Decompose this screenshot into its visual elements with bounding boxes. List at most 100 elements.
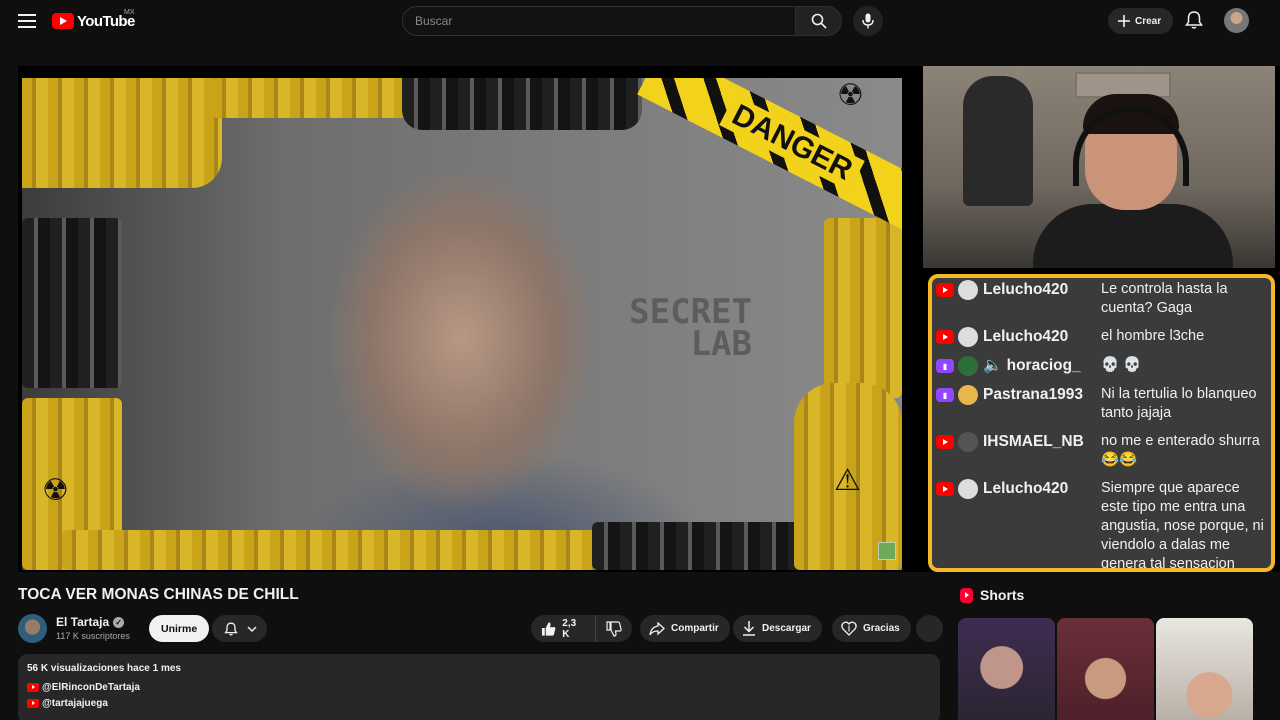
youtube-play-icon bbox=[52, 13, 74, 29]
wall-sign: SECRET LAB bbox=[592, 295, 752, 364]
views-and-date: 56 K visualizaciones hace 1 mes bbox=[27, 663, 181, 674]
shorts-heading: Shorts bbox=[960, 587, 1024, 603]
radiation-icon: ☢ bbox=[837, 79, 864, 112]
chat-username: Lelucho420 bbox=[983, 480, 1069, 497]
short-thumbnail[interactable] bbox=[1156, 618, 1253, 720]
thanks-label: Gracias bbox=[863, 623, 900, 634]
dislike-button[interactable] bbox=[596, 615, 632, 642]
short-thumbnail[interactable] bbox=[958, 618, 1055, 720]
download-label: Descargar bbox=[762, 623, 811, 634]
channel-name: El Tartaja bbox=[56, 615, 110, 629]
search-button[interactable] bbox=[796, 6, 842, 36]
chat-avatar bbox=[958, 385, 978, 405]
chat-text: 💀 💀 bbox=[1101, 357, 1142, 373]
chat-avatar bbox=[958, 432, 978, 452]
heart-dollar-icon bbox=[841, 621, 857, 636]
chat-message: ▮ Pastrana1993 Ni la tertulia lo blanque… bbox=[936, 385, 1267, 423]
barrel-decor bbox=[22, 78, 222, 188]
chat-overlay: Lelucho420 Le controla hasta la cuenta? … bbox=[928, 274, 1275, 572]
bell-icon bbox=[223, 622, 238, 635]
video-player[interactable]: DANGER SECRET LAB ☢ ☢ ⚠ Lelucho420 Le co… bbox=[18, 66, 1280, 572]
chat-text: Ni la tertulia lo blanqueo tanto jajaja bbox=[1101, 386, 1257, 421]
barrel-decor bbox=[402, 78, 642, 130]
verified-icon: ✓ bbox=[113, 616, 125, 628]
like-dislike-group: 2,3 K bbox=[531, 615, 632, 642]
notifications-button[interactable] bbox=[1183, 9, 1205, 31]
search-bar bbox=[402, 6, 842, 36]
chat-username: 🔈 horaciog_ bbox=[983, 357, 1081, 374]
chat-avatar bbox=[958, 356, 978, 376]
chat-message: Lelucho420 Siempre que aparece este tipo… bbox=[936, 479, 1267, 572]
chat-username: Pastrana1993 bbox=[983, 386, 1083, 403]
subscription-notifications-button[interactable] bbox=[212, 615, 267, 642]
streamer-shirt bbox=[1033, 204, 1233, 268]
chat-avatar bbox=[958, 327, 978, 347]
share-button[interactable]: Compartir bbox=[640, 615, 730, 642]
youtube-logo[interactable]: YouTube bbox=[52, 12, 135, 30]
jacket-decor bbox=[963, 76, 1033, 206]
download-button[interactable]: Descargar bbox=[733, 615, 822, 642]
description-box[interactable]: 56 K visualizaciones hace 1 mes @ElRinco… bbox=[18, 654, 940, 720]
youtube-icon bbox=[936, 435, 954, 449]
barrel-decor bbox=[22, 218, 122, 388]
join-button[interactable]: Unirme bbox=[149, 615, 210, 642]
chat-message: Lelucho420 el hombre l3che bbox=[936, 327, 1267, 347]
warning-icon: ⚠ bbox=[834, 464, 861, 497]
video-title: TOCA VER MONAS CHINAS DE CHILL bbox=[18, 586, 299, 603]
youtube-icon bbox=[936, 283, 954, 297]
description-link[interactable]: @ElRinconDeTartaja bbox=[27, 682, 931, 693]
chat-username: Lelucho420 bbox=[983, 281, 1069, 298]
barrel-decor bbox=[592, 522, 822, 570]
voice-search-button[interactable] bbox=[853, 6, 883, 36]
chat-text: no me e enterado shurra 😂😂 bbox=[1101, 433, 1260, 468]
barrel-decor bbox=[62, 530, 622, 570]
create-button[interactable]: Crear bbox=[1108, 8, 1174, 34]
thumbs-up-icon bbox=[541, 621, 556, 636]
radiation-icon: ☢ bbox=[42, 474, 69, 507]
bell-icon bbox=[1185, 11, 1203, 29]
twitch-icon: ▮ bbox=[936, 388, 954, 402]
barrel-decor bbox=[212, 78, 422, 118]
chat-message: Lelucho420 Le controla hasta la cuenta? … bbox=[936, 280, 1267, 318]
subscriber-count: 117 K suscriptores bbox=[56, 631, 130, 641]
channel-name-link[interactable]: El Tartaja ✓ bbox=[56, 615, 125, 629]
like-count: 2,3 K bbox=[562, 617, 577, 640]
twitch-icon: ▮ bbox=[936, 359, 954, 373]
more-actions-button[interactable] bbox=[916, 615, 943, 642]
search-input[interactable] bbox=[402, 6, 796, 36]
thanks-button[interactable]: Gracias bbox=[832, 615, 911, 642]
menu-icon[interactable] bbox=[16, 11, 38, 31]
chat-avatar bbox=[958, 280, 978, 300]
chat-text: Le controla hasta la cuenta? Gaga bbox=[1101, 281, 1228, 316]
country-code: MX bbox=[124, 9, 135, 16]
chat-message: IHSMAEL_NB no me e enterado shurra 😂😂 bbox=[936, 432, 1267, 470]
plus-icon bbox=[1118, 15, 1130, 27]
chat-text: el hombre l3che bbox=[1101, 328, 1205, 344]
youtube-icon bbox=[27, 683, 39, 692]
youtube-icon bbox=[936, 482, 954, 496]
wall-sign-line2: LAB bbox=[690, 324, 752, 364]
share-icon bbox=[649, 621, 665, 635]
shorts-title: Shorts bbox=[980, 587, 1025, 603]
chevron-down-icon bbox=[246, 625, 257, 632]
description-link-text: @ElRinconDeTartaja bbox=[42, 682, 140, 693]
chat-text: Siempre que aparece este tipo me entra u… bbox=[1101, 480, 1264, 572]
barrel-decor bbox=[824, 218, 902, 398]
like-button[interactable]: 2,3 K bbox=[531, 615, 596, 642]
microphone-icon bbox=[862, 13, 874, 29]
description-link[interactable]: @tartajajuega bbox=[27, 698, 931, 709]
youtube-icon bbox=[27, 699, 39, 708]
create-label: Crear bbox=[1135, 15, 1162, 27]
channel-avatar[interactable] bbox=[18, 614, 47, 643]
shorts-icon bbox=[960, 587, 973, 603]
download-icon bbox=[743, 621, 755, 636]
short-thumbnail[interactable] bbox=[1057, 618, 1154, 720]
description-link-text: @tartajajuega bbox=[42, 698, 108, 709]
account-avatar[interactable] bbox=[1224, 8, 1249, 33]
youtube-icon bbox=[936, 330, 954, 344]
channel-watermark-icon bbox=[878, 542, 896, 560]
share-label: Compartir bbox=[671, 623, 719, 634]
top-bar: YouTube MX Crear bbox=[0, 0, 1280, 42]
video-frame: DANGER SECRET LAB ☢ ☢ ⚠ bbox=[22, 78, 902, 570]
chat-avatar bbox=[958, 479, 978, 499]
